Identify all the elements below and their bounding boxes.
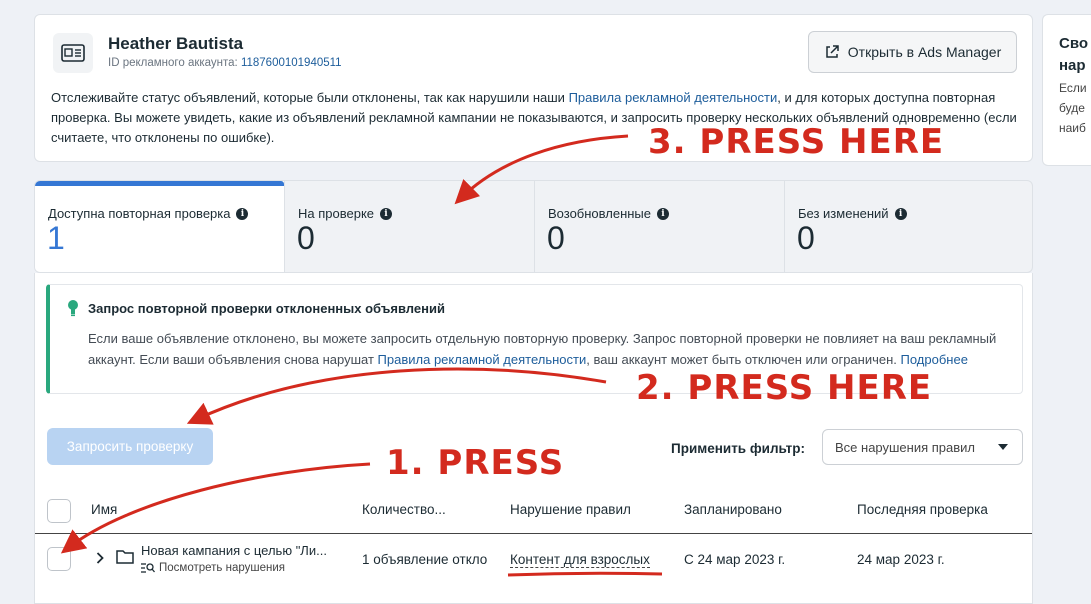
tab-available-review[interactable]: Доступна повторная проверка i 1 — [35, 181, 285, 272]
annotation-step1: 1. PRESS — [386, 443, 565, 483]
row-checkbox[interactable] — [47, 547, 71, 571]
tab-count: 0 — [547, 220, 565, 256]
search-list-icon — [141, 563, 155, 573]
info-icon[interactable]: i — [657, 207, 670, 220]
status-tabs: Доступна повторная проверка i 1 На провер… — [34, 180, 1033, 273]
account-id: ID рекламного аккаунта: 1187600101940511 — [108, 57, 342, 69]
active-tab-indicator — [35, 181, 284, 186]
scheduled-cell: С 24 мар 2023 г. — [684, 552, 786, 567]
chevron-right-icon[interactable] — [96, 552, 104, 564]
campaign-name[interactable]: Новая кампания с целью "Ли... — [141, 543, 327, 558]
account-name: Heather Bautista — [108, 34, 244, 53]
violation-link[interactable]: Контент для взрослых — [510, 552, 650, 568]
account-id-link[interactable]: 1187600101940511 — [241, 57, 342, 69]
side-text-line-1: Если — [1059, 81, 1087, 95]
side-title-line-1: Сво — [1059, 35, 1089, 52]
folder-icon — [116, 550, 134, 564]
ads-count-cell: 1 объявление откло — [362, 552, 488, 567]
tab-count: 1 — [47, 220, 65, 256]
chevron-down-icon — [998, 444, 1008, 450]
side-title-line-2: нар — [1059, 57, 1086, 74]
tab-count: 0 — [297, 220, 315, 256]
select-all-checkbox[interactable] — [47, 499, 71, 523]
request-review-button[interactable]: Запросить проверку — [47, 428, 213, 465]
view-violations-link[interactable]: Посмотреть нарушения — [141, 562, 285, 574]
annotation-step3: 3. PRESS HERE — [648, 122, 945, 162]
filter-label: Применить фильтр: — [671, 441, 806, 456]
tab-resumed[interactable]: Возобновленные i 0 — [535, 181, 785, 272]
external-link-icon — [826, 45, 839, 58]
account-icon — [53, 33, 93, 73]
tab-count: 0 — [797, 220, 815, 256]
table-row[interactable]: Новая кампания с целью "Ли... Посмотреть… — [35, 535, 1032, 595]
ads-panel: Запрос повторной проверки отклоненных об… — [34, 273, 1033, 604]
info-icon[interactable]: i — [380, 207, 393, 220]
side-text-line-3: наиб — [1059, 121, 1086, 135]
annotation-step2: 2. PRESS HERE — [636, 368, 933, 408]
ad-policy-link[interactable]: Правила рекламной деятельности — [378, 352, 587, 367]
side-panel: Сво нар Если буде наиб — [1042, 14, 1091, 166]
tab-in-review[interactable]: На проверке i 0 — [285, 181, 535, 272]
tab-unchanged[interactable]: Без изменений i 0 — [785, 181, 1032, 272]
ad-policy-link[interactable]: Правила рекламной деятельности — [569, 90, 778, 105]
column-header-scheduled[interactable]: Запланировано — [684, 502, 782, 517]
info-icon[interactable]: i — [894, 207, 907, 220]
table-header: Имя Количество... Нарушение правил Запла… — [35, 488, 1032, 534]
notice-title: Запрос повторной проверки отклоненных об… — [88, 301, 445, 316]
column-header-count[interactable]: Количество... — [362, 502, 446, 517]
column-header-name[interactable]: Имя — [91, 502, 117, 517]
lightbulb-icon — [68, 300, 78, 317]
filter-select[interactable]: Все нарушения правил — [822, 429, 1023, 465]
learn-more-link[interactable]: Подробнее — [901, 352, 968, 367]
column-header-last-check[interactable]: Последняя проверка — [857, 502, 988, 517]
side-text-line-2: буде — [1059, 101, 1085, 115]
open-ads-manager-button[interactable]: Открыть в Ads Manager — [808, 31, 1017, 73]
info-icon[interactable]: i — [236, 207, 249, 220]
last-check-cell: 24 мар 2023 г. — [857, 552, 945, 567]
notice-text: Если ваше объявление отклонено, вы может… — [88, 331, 997, 367]
column-header-violation[interactable]: Нарушение правил — [510, 502, 631, 517]
